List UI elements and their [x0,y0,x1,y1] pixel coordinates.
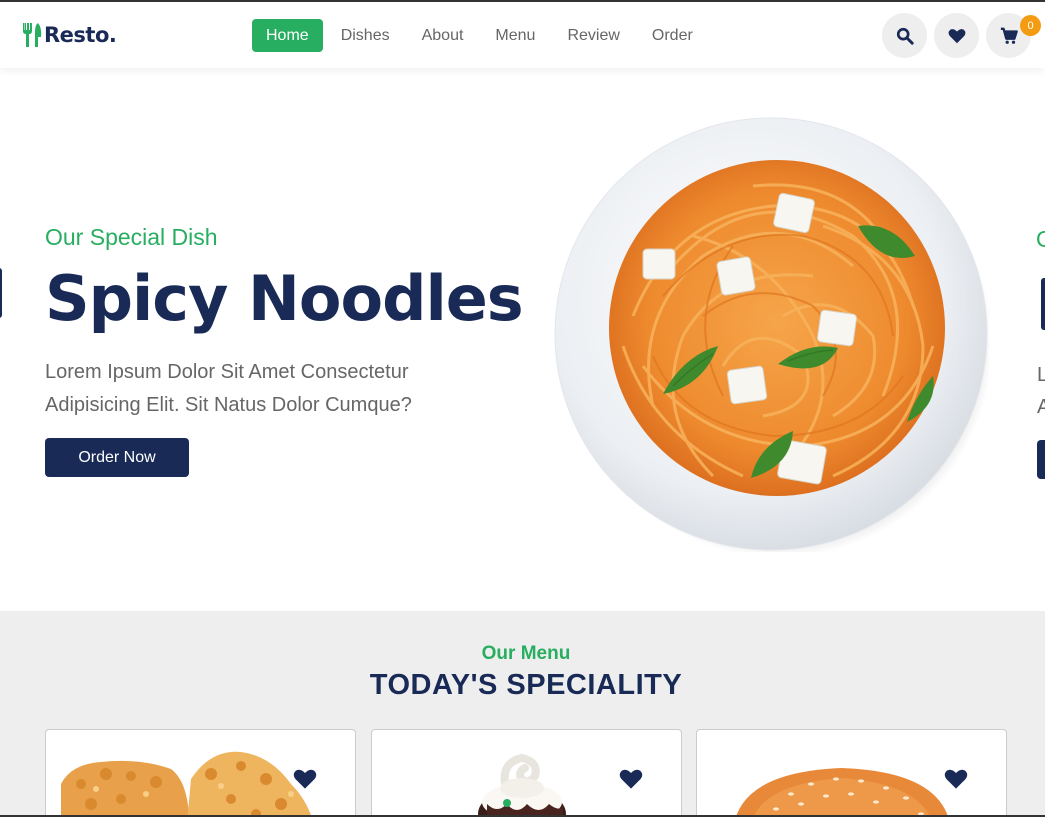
search-icon [896,27,914,45]
heart-icon [948,28,965,43]
previous-slide-peek [0,268,2,318]
fried-chicken-image [61,751,312,817]
burger-image [735,768,949,817]
hero-description: Lorem Ipsum Dolor Sit Amet Consectetur A… [45,356,515,422]
menu-subtitle: Our Menu [481,643,571,664]
menu-card-3[interactable] [696,729,1007,817]
nav-order[interactable]: Order [638,19,707,52]
card-3-favorite-button[interactable] [944,768,968,790]
nav-dishes[interactable]: Dishes [327,19,404,52]
nav-home[interactable]: Home [252,19,323,52]
nav-menu[interactable]: Menu [481,19,549,52]
next-slide-button-peek[interactable] [1037,440,1045,479]
favorites-button[interactable] [934,13,979,58]
brand-logo[interactable]: Resto. [21,21,117,49]
heart-icon [293,769,317,789]
brand-name: Resto. [44,23,117,47]
hero-title: Spicy Noodles [45,262,524,335]
order-now-button[interactable]: Order Now [45,438,189,477]
hero-subtitle: Our Special Dish [45,224,218,250]
card-1-favorite-button[interactable] [293,768,317,790]
next-slide-line1-peek: L [1037,364,1045,386]
search-button[interactable] [882,13,927,58]
cart-button[interactable]: 0 [986,13,1041,58]
next-slide-line2-peek: A [1037,396,1045,418]
menu-title: TODAY'S SPECIALITY [369,669,683,701]
spicy-noodles-image [554,117,989,552]
site-header: Resto. Home Dishes About Menu Review Ord… [0,2,1045,68]
hero-description-line2: Adipisicing Elit. Sit Natus Dolor Cumque… [45,394,412,416]
dessert-cup-image [478,753,566,817]
next-slide-subtitle-peek: O [1036,226,1045,252]
menu-card-1[interactable] [45,729,356,817]
main-nav: Home Dishes About Menu Review Order [252,19,711,52]
next-slide-title-peek [1041,278,1045,330]
nav-review[interactable]: Review [553,19,633,52]
nav-about[interactable]: About [408,19,478,52]
cart-icon [1000,27,1018,44]
hero-slider: Our Special Dish Spicy Noodles Lorem Ips… [0,68,1045,611]
header-icons: 0 [875,13,1041,58]
menu-card-2[interactable] [371,729,682,817]
menu-section: Our Menu TODAY'S SPECIALITY [0,611,1045,817]
utensils-icon [23,23,42,47]
cart-count-badge: 0 [1020,15,1041,36]
hero-description-line1: Lorem Ipsum Dolor Sit Amet Consectetur [45,361,409,383]
heart-icon [944,769,968,789]
card-2-favorite-button[interactable] [619,768,643,790]
heart-icon [619,769,643,789]
